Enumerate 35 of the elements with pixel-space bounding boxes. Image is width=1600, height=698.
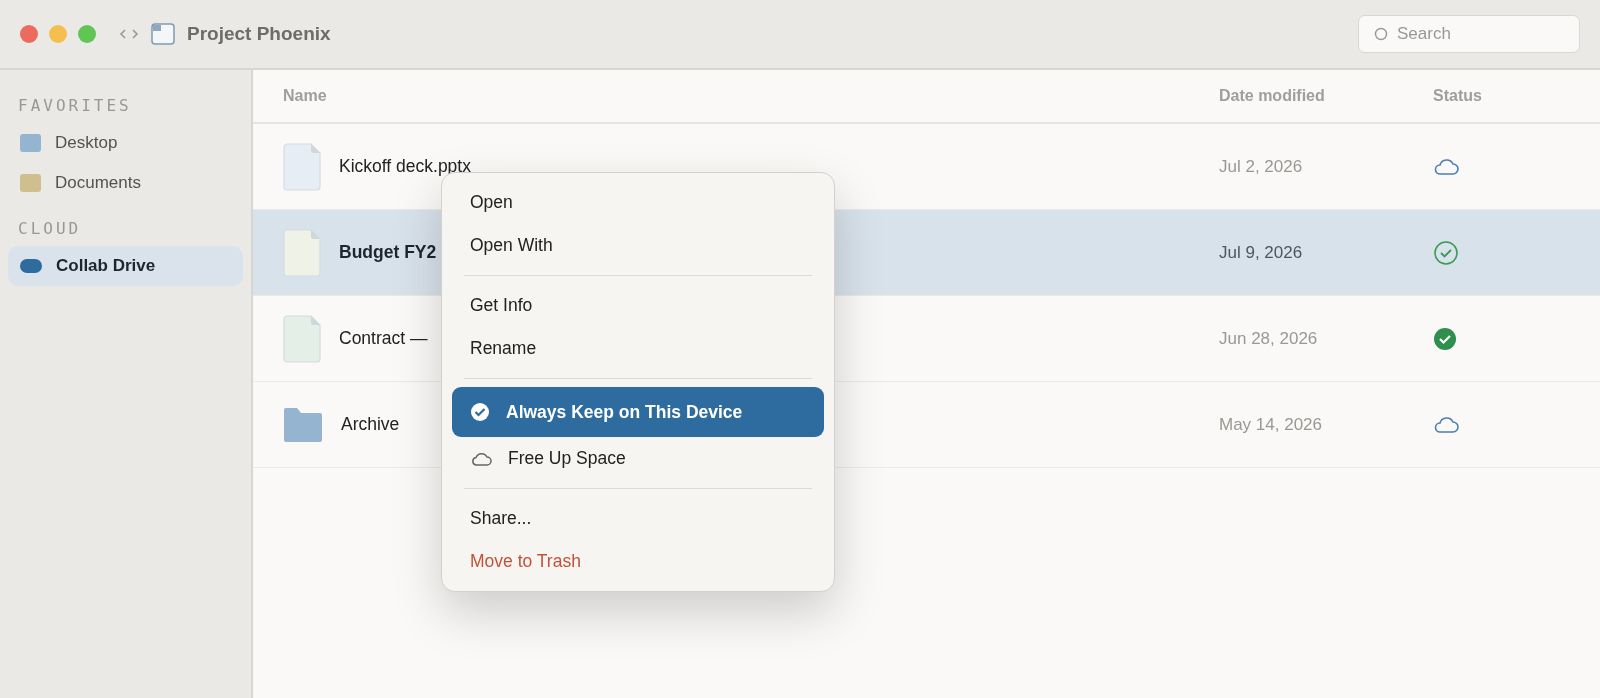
file-name[interactable]: Budget FY2 bbox=[339, 242, 437, 263]
check-circle-icon bbox=[1433, 239, 1459, 266]
menu-item[interactable]: Share... bbox=[452, 497, 824, 540]
cloud-icon bbox=[470, 450, 492, 467]
search-icon bbox=[1374, 27, 1388, 41]
section-heading: CLOUD bbox=[17, 218, 83, 240]
window-title: Project Phoenix bbox=[187, 23, 331, 45]
cloud-icon bbox=[1433, 415, 1459, 434]
back-forward-icon[interactable] bbox=[119, 28, 139, 40]
sidebar-item[interactable]: Documents bbox=[8, 163, 243, 203]
cloud-icon bbox=[1433, 157, 1459, 176]
check-circle-icon bbox=[470, 402, 490, 422]
file-name[interactable]: Contract — bbox=[339, 328, 428, 349]
menu-item[interactable]: Free Up Space bbox=[452, 437, 824, 480]
sidebar-item[interactable]: Collab Drive bbox=[8, 246, 243, 286]
zoom-button[interactable] bbox=[78, 25, 96, 43]
date-modified: Jun 28, 2026 bbox=[1219, 328, 1319, 349]
date-modified: May 14, 2026 bbox=[1219, 414, 1323, 435]
sidebar-item[interactable]: Desktop bbox=[8, 123, 243, 163]
menu-item[interactable]: Get Info bbox=[452, 284, 824, 327]
file-name[interactable]: Archive bbox=[341, 414, 400, 435]
window-icon bbox=[151, 23, 175, 45]
check-circle-icon bbox=[1433, 326, 1457, 351]
search-field[interactable]: Search bbox=[1358, 15, 1580, 53]
date-modified: Jul 2, 2026 bbox=[1219, 156, 1304, 177]
menu-item[interactable]: Rename bbox=[452, 327, 824, 370]
date-modified: Jul 9, 2026 bbox=[1219, 242, 1304, 263]
menu-item[interactable]: Move to Trash bbox=[452, 540, 824, 583]
close-button[interactable] bbox=[20, 25, 38, 43]
file-name[interactable]: Kickoff deck.pptx bbox=[339, 156, 471, 177]
minimize-button[interactable] bbox=[49, 25, 67, 43]
menu-item[interactable]: Open With bbox=[452, 224, 824, 267]
section-heading: FAVORITES bbox=[17, 95, 133, 117]
menu-item[interactable]: Always Keep on This Device bbox=[452, 387, 824, 437]
menu-item[interactable]: Open bbox=[452, 181, 824, 224]
